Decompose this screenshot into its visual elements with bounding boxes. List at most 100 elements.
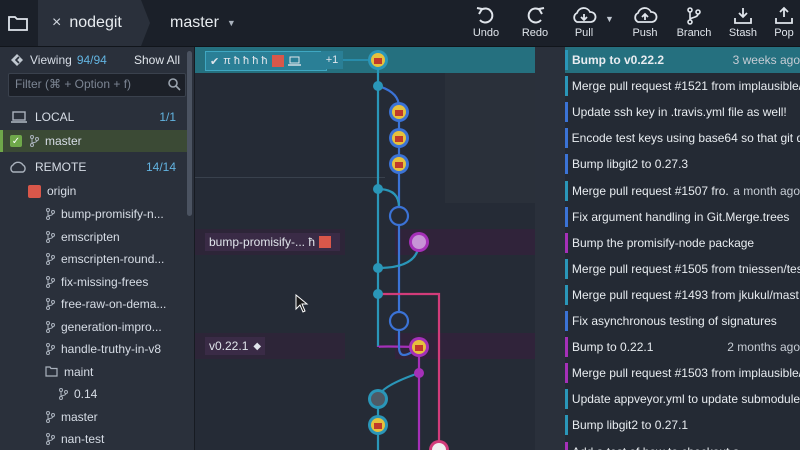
commit-node-avatar[interactable] bbox=[429, 440, 449, 450]
branch-icon bbox=[46, 298, 55, 310]
viewing-count: 94/94 bbox=[76, 53, 107, 67]
remote-branch-item[interactable]: bump-promisify-n... bbox=[0, 203, 186, 225]
remote-branch-label: fix-missing-frees bbox=[61, 274, 149, 289]
remote-branch-item[interactable]: master bbox=[0, 406, 186, 428]
undo-icon bbox=[476, 7, 494, 24]
pop-label: Pop bbox=[774, 27, 794, 39]
remote-branch-item[interactable]: 0.14 bbox=[0, 383, 186, 405]
commit-row[interactable]: Merge pull request #1521 from implausibl… bbox=[565, 73, 800, 100]
show-all-link[interactable]: Show All bbox=[134, 53, 180, 67]
commit-node[interactable] bbox=[388, 310, 410, 332]
remote-branch-item[interactable]: emscripten bbox=[0, 226, 186, 248]
commit-node-avatar[interactable] bbox=[389, 102, 409, 122]
commit-row[interactable]: Merge pull request #1505 from tniessen/t… bbox=[565, 255, 800, 282]
commit-row[interactable]: Merge pull request #1507 fro... a month a… bbox=[565, 177, 800, 204]
stash-icon bbox=[734, 8, 752, 24]
redo-button[interactable]: Redo bbox=[511, 4, 559, 44]
commit-row[interactable]: Bump libgit2 to 0.27.3 bbox=[565, 151, 800, 178]
remote-branch-item[interactable]: emscripten-round... bbox=[0, 248, 186, 270]
branch-icon bbox=[46, 320, 55, 333]
commit-lane-marker bbox=[565, 76, 568, 97]
remote-branch-item[interactable]: free-raw-on-dema... bbox=[0, 293, 186, 315]
head-tag-glyphs: π ħ ħ ħ ħ bbox=[223, 55, 268, 67]
pull-label: Pull bbox=[574, 27, 594, 39]
more-refs-badge[interactable]: +1 bbox=[321, 51, 343, 69]
repo-name: nodegit bbox=[69, 14, 122, 31]
commit-message: Merge pull request #1521 from implausibl… bbox=[571, 79, 800, 94]
commit-message: Merge pull request #1505 from tniessen/t… bbox=[571, 261, 800, 276]
merge-node[interactable] bbox=[373, 289, 383, 299]
remote-branch-item[interactable]: nan-test bbox=[0, 428, 186, 450]
branch-selector[interactable]: master ▼ bbox=[150, 0, 250, 46]
commit-row[interactable]: Add a test of how to checkout a bbox=[565, 438, 800, 450]
cloud-icon bbox=[10, 161, 26, 173]
laptop-icon bbox=[11, 111, 27, 123]
commit-row[interactable]: Bump the promisify-node package bbox=[565, 229, 800, 256]
version-tag[interactable]: v0.22.1 ◆ bbox=[205, 337, 265, 355]
branch-button[interactable]: Branch bbox=[670, 4, 718, 44]
commit-node[interactable] bbox=[388, 205, 410, 227]
commit-row[interactable]: Bump to 0.22.1 2 months ago bbox=[565, 334, 800, 361]
pop-button[interactable]: Pop bbox=[768, 4, 800, 44]
commit-row[interactable]: Merge pull request #1503 from implausibl… bbox=[565, 360, 800, 387]
remote-folder[interactable]: maint bbox=[0, 361, 186, 383]
viewing-bar: Viewing 94/94 Show All bbox=[0, 47, 194, 73]
laptop-icon bbox=[287, 56, 301, 66]
branch-tag-label: bump-promisify-... ħ bbox=[209, 235, 316, 249]
commit-row[interactable]: Merge pull request #1493 from jkukul/mas… bbox=[565, 281, 800, 308]
close-repo-icon[interactable]: × bbox=[52, 14, 61, 32]
remote-branch-item[interactable]: handle-truthy-in-v8 bbox=[0, 338, 186, 360]
commit-row[interactable]: Fix argument handling in Git.Merge.trees bbox=[565, 203, 800, 230]
pull-button[interactable]: Pull bbox=[560, 4, 608, 44]
commit-row[interactable]: Bump libgit2 to 0.27.1 bbox=[565, 412, 800, 439]
merge-node[interactable] bbox=[414, 368, 424, 378]
head-branch-tag[interactable]: ✔ π ħ ħ ħ ħ bbox=[205, 51, 327, 71]
commit-node-avatar[interactable] bbox=[368, 50, 388, 70]
remote-branch-item[interactable]: generation-impro... bbox=[0, 316, 186, 338]
commit-lane-marker bbox=[565, 154, 568, 175]
commit-node-avatar[interactable] bbox=[389, 128, 409, 148]
merge-node[interactable] bbox=[373, 184, 383, 194]
remote-section-header[interactable]: REMOTE 14/14 bbox=[0, 155, 186, 179]
undo-label: Undo bbox=[472, 27, 500, 39]
branch-tag-bump-promisify[interactable]: bump-promisify-... ħ bbox=[205, 233, 340, 251]
commit-node-avatar[interactable] bbox=[409, 232, 429, 252]
commit-node-avatar[interactable] bbox=[368, 389, 388, 409]
filter-field[interactable] bbox=[8, 73, 186, 97]
open-repo-button[interactable] bbox=[0, 0, 36, 46]
chevron-down-icon: ▼ bbox=[226, 18, 236, 28]
avatar bbox=[28, 184, 41, 198]
commit-lane-marker bbox=[565, 258, 568, 279]
local-section-header[interactable]: LOCAL 1/1 bbox=[0, 105, 186, 129]
repo-tab[interactable]: × nodegit bbox=[38, 0, 150, 46]
undo-button[interactable]: Undo bbox=[462, 4, 510, 44]
commit-row[interactable]: Update ssh key in .travis.yml file as we… bbox=[565, 99, 800, 126]
commit-row[interactable]: Update appveyor.yml to update submodules bbox=[565, 386, 800, 413]
remote-branch-label: emscripten bbox=[61, 229, 120, 244]
commit-node-avatar[interactable] bbox=[409, 337, 429, 357]
merge-node[interactable] bbox=[373, 81, 383, 91]
commit-lane-marker bbox=[565, 102, 568, 123]
sidebar-scrollbar[interactable] bbox=[187, 51, 192, 216]
filter-input[interactable] bbox=[9, 74, 171, 94]
remote-branch-label: generation-impro... bbox=[61, 319, 162, 334]
commit-row[interactable]: Bump to v0.22.2 3 weeks ago bbox=[565, 47, 800, 73]
remote-origin[interactable]: origin bbox=[0, 180, 186, 202]
commit-row[interactable]: Fix asynchronous testing of signatures bbox=[565, 308, 800, 334]
commit-message: Bump libgit2 to 0.27.3 bbox=[572, 157, 689, 172]
commit-lane-marker bbox=[565, 232, 568, 253]
commit-row[interactable]: Encode test keys using base64 so that gi… bbox=[565, 125, 800, 152]
push-button[interactable]: Push bbox=[621, 4, 669, 44]
search-icon bbox=[168, 78, 181, 91]
pull-options-chevron-icon[interactable]: ▼ bbox=[605, 14, 614, 24]
remote-branch-item[interactable]: fix-missing-frees bbox=[0, 271, 186, 293]
commit-lane-marker bbox=[565, 441, 568, 450]
commit-node-avatar[interactable] bbox=[389, 154, 409, 174]
commit-message: Merge pull request #1507 fro... bbox=[572, 183, 736, 198]
check-icon: ✔ bbox=[210, 55, 220, 68]
local-branch-master[interactable]: ✓ master bbox=[0, 130, 189, 152]
commit-node-avatar[interactable] bbox=[368, 415, 388, 435]
stash-button[interactable]: Stash bbox=[719, 4, 767, 44]
branch-label: Branch bbox=[676, 27, 712, 39]
merge-node[interactable] bbox=[373, 263, 383, 273]
